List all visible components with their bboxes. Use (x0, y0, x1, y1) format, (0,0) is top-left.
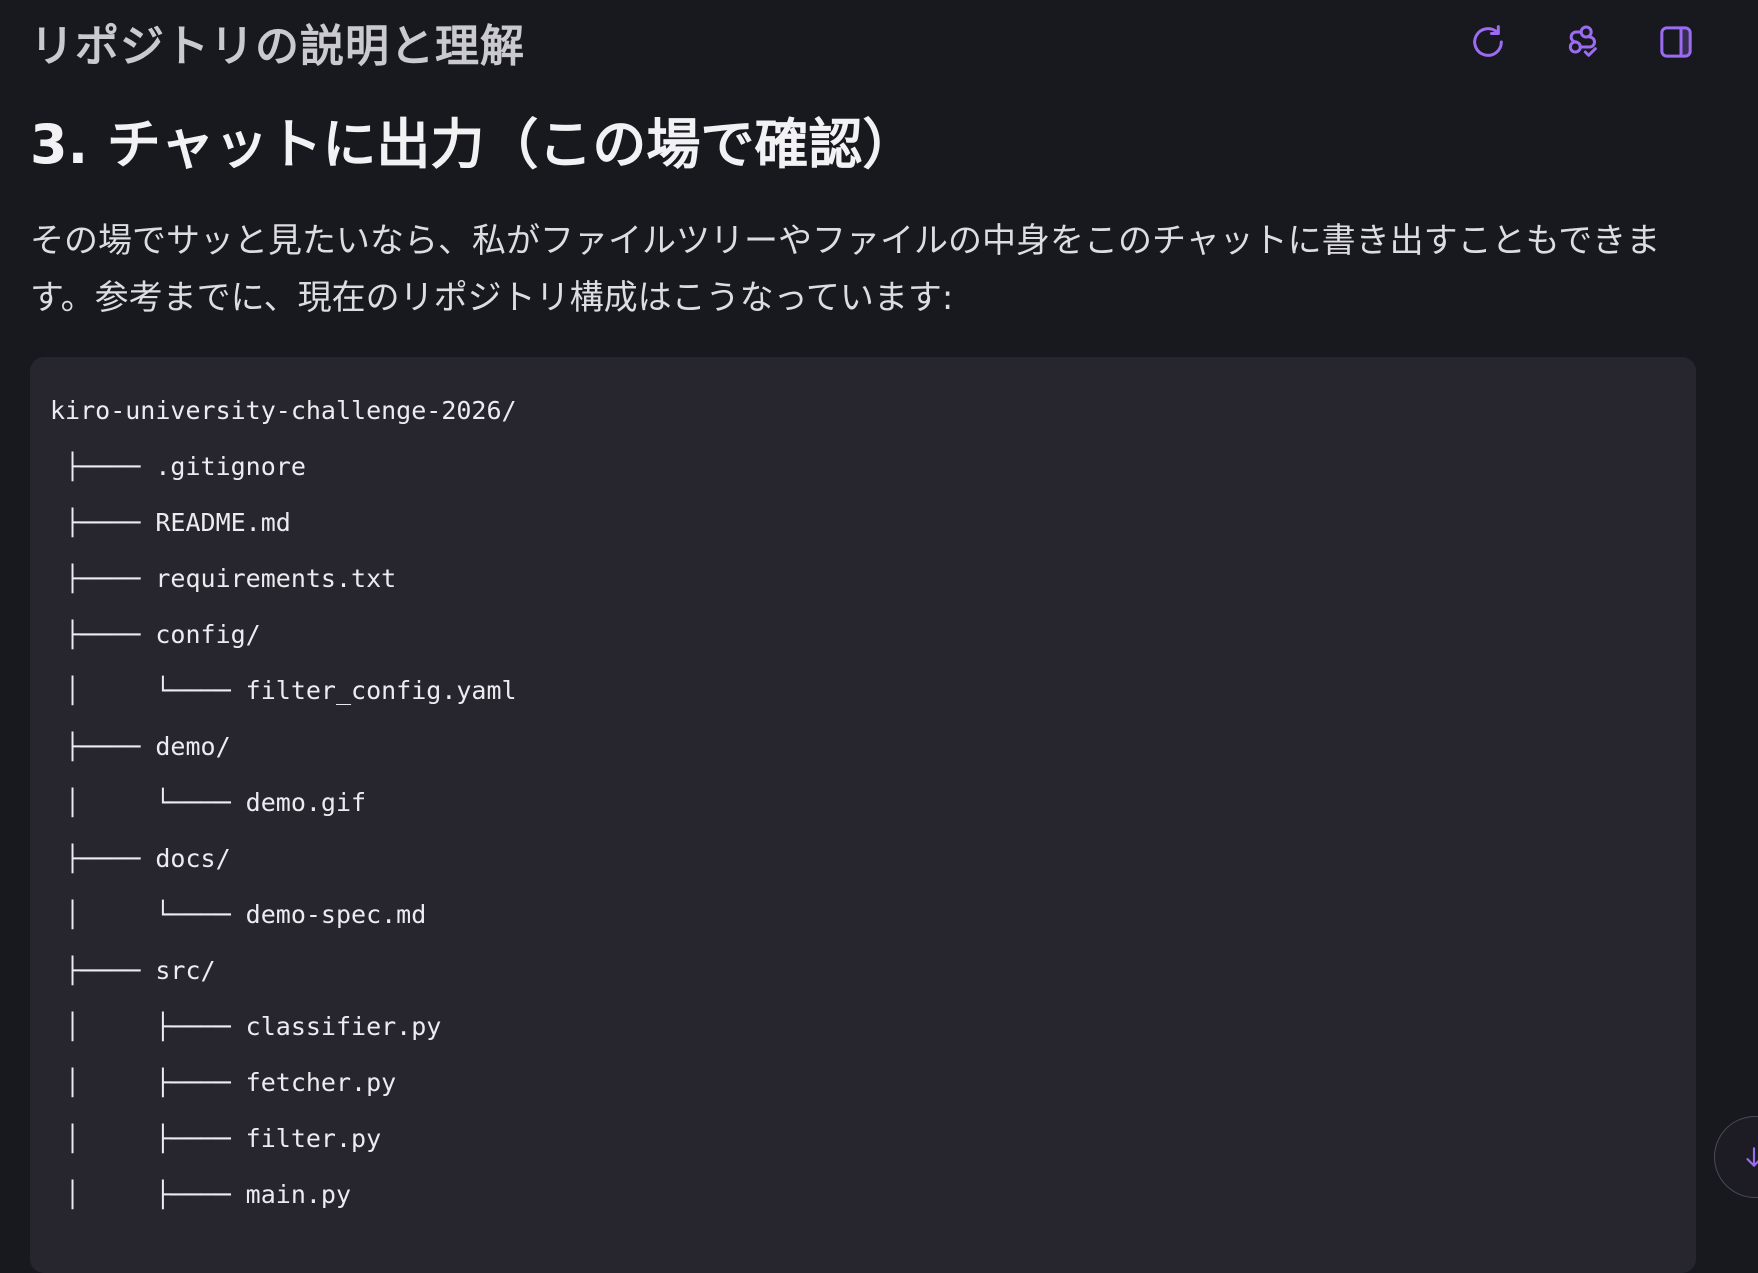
steps-icon (1568, 25, 1597, 57)
tree-line: ├──── .gitignore (50, 452, 306, 481)
chat-header: リポジトリの説明と理解 (0, 0, 1758, 80)
message-paragraph: その場でサッと見たいなら、私がファイルツリーやファイルの中身をこのチャットに書き… (30, 221, 1661, 318)
chat-title: リポジトリの説明と理解 (30, 21, 525, 72)
refresh-button[interactable] (1466, 20, 1510, 64)
panel-toggle-button[interactable] (1654, 20, 1698, 64)
tree-line: ├──── src/ (50, 956, 216, 985)
tree-line: ├──── config/ (50, 620, 261, 649)
section-heading: 3. チャットに出力（この場で確認） (30, 113, 917, 176)
tree-line: │ └──── demo.gif (50, 788, 367, 817)
steps-button[interactable] (1560, 20, 1604, 64)
tree-line: ├──── README.md (50, 508, 291, 537)
tree-line: │ ├──── main.py (50, 1180, 352, 1209)
tree-line: kiro-university-challenge-2026/ (50, 396, 517, 425)
refresh-icon (1473, 25, 1503, 57)
tree-line: │ └──── filter_config.yaml (50, 676, 517, 705)
header-actions (1466, 20, 1698, 64)
chat-message: 3. チャットに出力（この場で確認） その場でサッと見たいなら、私がファイルツリ… (30, 100, 1698, 1273)
tree-line: │ ├──── classifier.py (50, 1012, 442, 1041)
scroll-to-bottom-button[interactable] (1714, 1116, 1758, 1198)
panel-toggle-icon (1660, 26, 1692, 58)
tree-line: │ └──── demo-spec.md (50, 900, 427, 929)
arrow-down-icon (1746, 1147, 1758, 1167)
file-tree-code-block[interactable]: kiro-university-challenge-2026/ ├──── .g… (30, 357, 1696, 1273)
tree-line: │ ├──── fetcher.py (50, 1068, 397, 1097)
tree-line: │ ├──── filter.py (50, 1124, 382, 1153)
tree-line: ├──── demo/ (50, 732, 231, 761)
tree-line: ├──── requirements.txt (50, 564, 397, 593)
tree-line: ├──── docs/ (50, 844, 231, 873)
